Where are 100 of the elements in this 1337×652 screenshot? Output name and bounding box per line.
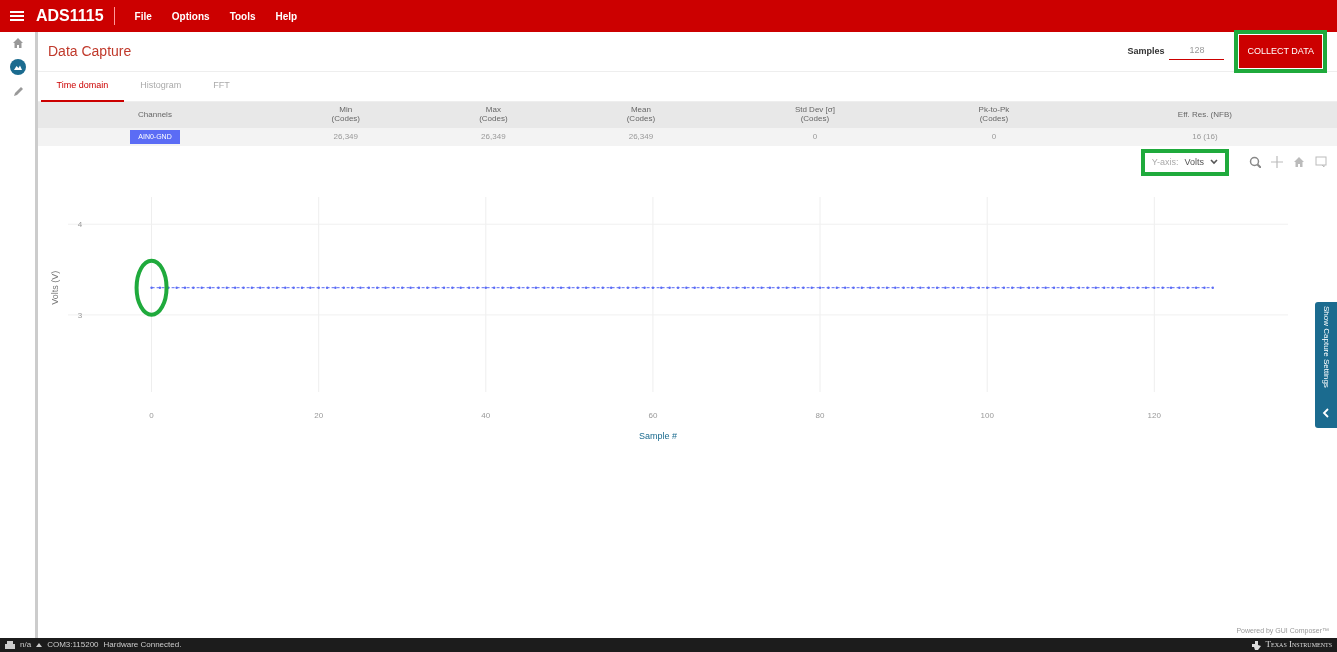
data-point: [233, 286, 237, 289]
data-point: [785, 286, 788, 289]
data-point: [426, 286, 429, 289]
data-point: [1136, 286, 1139, 289]
x-tick-label: 100: [980, 411, 994, 420]
data-point: [743, 286, 747, 289]
samples-field[interactable]: 128: [1169, 43, 1225, 60]
data-point: [777, 286, 780, 289]
data-point: [718, 286, 721, 289]
column-header: Min (Codes): [272, 102, 420, 128]
data-point: [1119, 286, 1123, 289]
data-point: [710, 286, 713, 289]
data-point: [284, 286, 287, 289]
menu-item[interactable]: Tools: [219, 8, 266, 24]
menu-item[interactable]: Options: [161, 8, 220, 24]
x-tick-label: 40: [481, 411, 491, 420]
y-axis-label: Volts (V): [50, 270, 60, 305]
menu-icon[interactable]: [10, 10, 24, 22]
data-point: [768, 286, 772, 289]
data-point: [609, 286, 613, 289]
page-title: Data Capture: [48, 42, 132, 61]
x-tick-label: 60: [648, 411, 658, 420]
data-point: [843, 286, 847, 289]
data-point: [818, 286, 822, 289]
data-point: [1178, 286, 1181, 289]
table-cell: 26,349: [272, 128, 420, 146]
data-point: [869, 286, 872, 289]
data-point: [726, 286, 730, 289]
data-point: [1169, 286, 1173, 289]
column-header: Pk-to-Pk (Codes): [915, 102, 1073, 128]
printer-icon[interactable]: [5, 641, 15, 649]
x-tick-label: 80: [815, 411, 825, 420]
data-point: [693, 286, 696, 289]
zoom-icon[interactable]: [1249, 156, 1261, 169]
up-arrow-icon[interactable]: [36, 643, 43, 647]
pencil-icon[interactable]: [11, 85, 24, 97]
data-point: [1111, 286, 1114, 289]
collect-data-button[interactable]: COLLECT DATA: [1239, 34, 1322, 69]
data-point: [885, 286, 889, 289]
data-point: [1144, 286, 1148, 289]
status-text: Hardware Connected.: [103, 639, 182, 651]
data-point: [401, 286, 404, 289]
data-point: [217, 286, 220, 289]
caret-icon[interactable]: [1210, 159, 1218, 166]
chart-icon[interactable]: [9, 59, 26, 75]
data-point: [760, 286, 763, 289]
data-point: [910, 286, 914, 289]
data-point: [1161, 286, 1164, 289]
data-point: [660, 286, 663, 289]
data-point: [1077, 286, 1081, 289]
data-point: [919, 286, 922, 289]
home-icon[interactable]: [11, 37, 24, 49]
data-point: [267, 286, 270, 289]
data-point: [1002, 286, 1006, 289]
data-point: [860, 286, 864, 289]
data-point: [225, 286, 228, 289]
table-cell: 26,349: [419, 128, 568, 146]
data-point: [292, 286, 295, 289]
capture-settings-tab[interactable]: Show Capture Settings: [1315, 302, 1337, 428]
data-point: [183, 286, 187, 289]
data-point: [417, 286, 421, 289]
data-point: [960, 286, 964, 289]
data-point: [467, 286, 471, 289]
data-point: [835, 286, 838, 289]
data-point: [927, 286, 930, 289]
data-point: [1052, 286, 1056, 289]
data-point: [409, 286, 412, 289]
column-header: Max (Codes): [419, 102, 568, 128]
data-point: [793, 286, 797, 289]
data-point: [735, 286, 738, 289]
menu-item[interactable]: File: [124, 8, 162, 24]
data-point: [526, 286, 529, 289]
data-point: [551, 286, 554, 289]
data-point: [459, 286, 462, 289]
data-point: [1044, 286, 1047, 289]
x-tick-label: 120: [1147, 411, 1161, 420]
data-point: [250, 286, 254, 289]
data-point: [894, 286, 897, 289]
data-point: [1061, 286, 1064, 289]
data-point: [810, 286, 813, 289]
data-point: [200, 286, 203, 289]
data-point: [501, 286, 504, 289]
data-point: [484, 286, 487, 289]
data-point: [208, 286, 212, 289]
data-point: [1211, 286, 1214, 289]
data-point: [518, 286, 521, 289]
x-tick-label: 20: [314, 411, 324, 420]
data-point: [1194, 286, 1198, 289]
x-tick-label: 0: [149, 411, 154, 420]
table-cell: 0: [915, 128, 1073, 146]
data-point: [1153, 286, 1156, 289]
data-point: [158, 286, 162, 289]
data-point: [325, 286, 329, 289]
data-point: [626, 286, 630, 289]
chevron-icon[interactable]: [1322, 408, 1330, 418]
data-point: [242, 286, 245, 289]
data-point: [259, 286, 262, 289]
menu-item[interactable]: Help: [265, 8, 308, 24]
data-point: [1186, 286, 1189, 289]
data-point: [376, 286, 379, 289]
